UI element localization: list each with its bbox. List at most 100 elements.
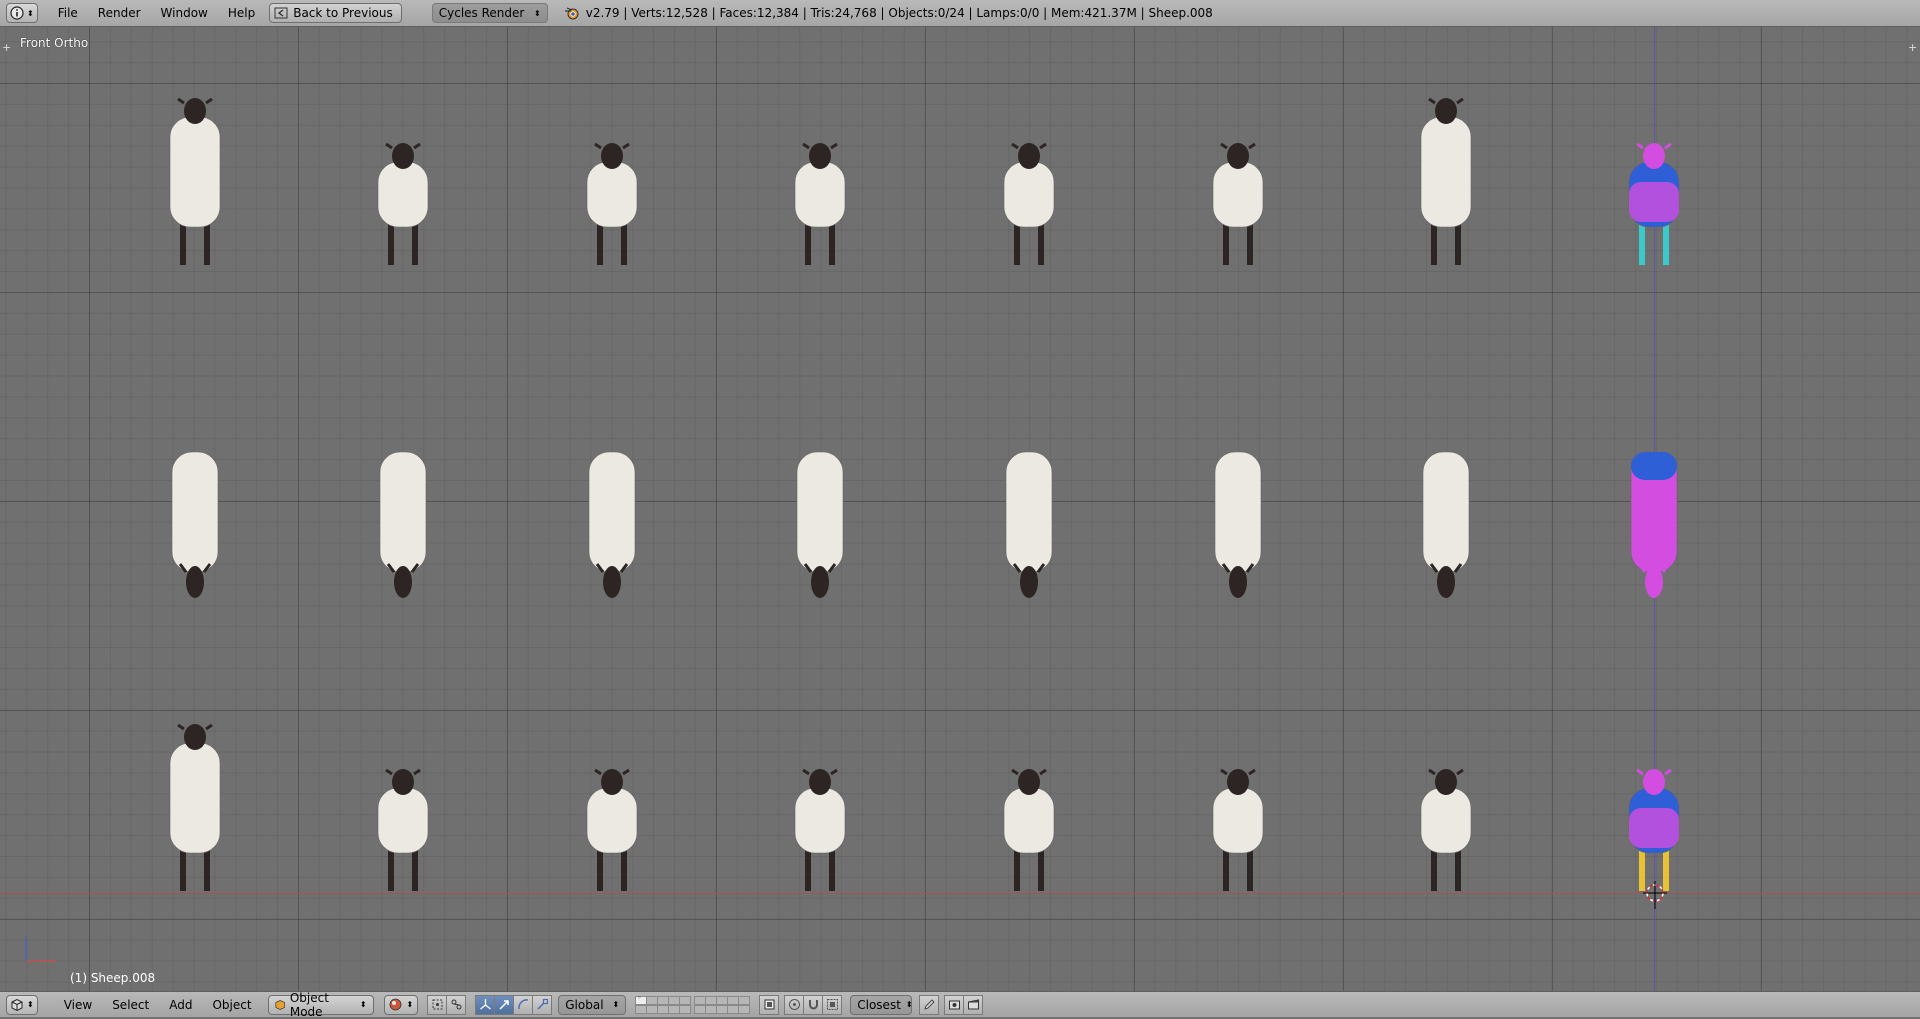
active-object-label: (1) Sheep.008 (70, 971, 156, 985)
sheep-object[interactable] (1193, 77, 1283, 267)
x-axis-line (0, 893, 1920, 894)
layer-cell[interactable] (679, 1004, 692, 1014)
layers-icon (764, 999, 775, 1010)
sheep-object[interactable] (567, 703, 657, 893)
magnet-icon (808, 1000, 818, 1010)
rotate-icon (517, 999, 528, 1010)
back-button-label: Back to Previous (293, 6, 393, 20)
scene-statistics: v2.79 | Verts:12,528 | Faces:12,384 | Tr… (564, 6, 1213, 20)
pivot-only-origins-button[interactable] (446, 994, 467, 1015)
chevron-updown-icon: ⬍ (27, 8, 34, 18)
object-mode-icon (275, 999, 285, 1010)
sheep-object[interactable] (150, 703, 240, 893)
translate-manipulator-button[interactable] (494, 994, 515, 1015)
manipulator-toggle-button[interactable] (475, 994, 496, 1015)
sheep-object[interactable] (1401, 77, 1491, 267)
render-icon (948, 1000, 960, 1010)
axis-gizmo-icon (25, 937, 56, 962)
origins-icon (451, 999, 462, 1010)
menu-select[interactable]: Select (102, 998, 159, 1012)
sheep-object[interactable] (984, 422, 1074, 612)
layer-cell[interactable] (679, 995, 692, 1005)
sheep-object[interactable] (984, 77, 1074, 267)
layer-lock-button[interactable] (759, 994, 780, 1015)
weight-painted-sheep[interactable] (1609, 422, 1699, 612)
menu-add[interactable]: Add (159, 998, 202, 1012)
orientation-value: Global (565, 997, 604, 1012)
mode-value: Object Mode (289, 990, 329, 1019)
info-header: ⬍ File Render Window Help Back to Previo… (0, 0, 1920, 27)
manipulator-icon (479, 999, 491, 1010)
render-engine-value: Cycles Render (438, 6, 525, 20)
layer-cell[interactable] (738, 995, 751, 1005)
arrow-icon (499, 1000, 509, 1010)
opengl-render-animation-button[interactable] (963, 994, 984, 1015)
snap-increment-icon (826, 999, 838, 1010)
sheep-object[interactable] (1401, 422, 1491, 612)
view-name-label: Front Ortho (20, 36, 89, 50)
proportional-editing-button[interactable] (784, 994, 805, 1015)
snap-element-button[interactable] (822, 994, 843, 1015)
chevron-updown-icon: ⬍ (27, 1000, 34, 1009)
toolshelf-toggle-icon[interactable]: + (2, 42, 12, 53)
3d-view-header: ⬍ View Select Add Object Object Mode ⬍ ⬍ (0, 991, 1920, 1019)
weight-painted-sheep[interactable] (1609, 703, 1699, 893)
layer-cell[interactable] (738, 1004, 751, 1014)
mirror-editing-button[interactable] (919, 994, 940, 1015)
opengl-render-image-button[interactable] (944, 994, 965, 1015)
editor-type-selector[interactable]: ⬍ (6, 3, 38, 23)
layer-cell[interactable]: ◦ (635, 994, 648, 1005)
transform-orientation-select[interactable]: Global ⬍ (558, 994, 627, 1015)
snap-target-select[interactable]: Closest ⬍ (850, 994, 913, 1015)
sheep-object[interactable] (1193, 703, 1283, 893)
menu-object[interactable]: Object (202, 998, 261, 1012)
chevron-updown-icon: ⬍ (359, 1000, 367, 1009)
statistics-text: v2.79 | Verts:12,528 | Faces:12,384 | Tr… (585, 6, 1213, 20)
back-to-previous-button[interactable]: Back to Previous (269, 3, 402, 23)
properties-toggle-icon[interactable]: + (1908, 42, 1918, 53)
sheep-object[interactable] (567, 77, 657, 267)
pivot-icon (432, 999, 443, 1010)
3d-viewport[interactable]: + + Front Ortho (1) Sheep.008 (0, 27, 1920, 991)
editor-type-selector-3d[interactable]: ⬍ (6, 994, 38, 1015)
menu-file[interactable]: File (48, 0, 88, 27)
3d-view-icon (11, 998, 23, 1011)
sheep-object[interactable] (567, 422, 657, 612)
sheep-object[interactable] (1193, 422, 1283, 612)
interaction-mode-select[interactable]: Object Mode ⬍ (267, 991, 374, 1019)
solid-sphere-icon (389, 998, 401, 1011)
sheep-object[interactable] (150, 422, 240, 612)
chevron-updown-icon: ⬍ (534, 8, 541, 18)
clapper-icon (967, 999, 979, 1010)
chevron-updown-icon: ⬍ (406, 1000, 414, 1009)
rotate-manipulator-button[interactable] (513, 994, 534, 1015)
scene-layers[interactable]: ◦ (635, 994, 754, 1014)
info-icon (10, 6, 24, 20)
blender-logo-icon (564, 7, 579, 20)
menu-view[interactable]: View (54, 998, 102, 1012)
sheep-object[interactable] (358, 77, 448, 267)
sheep-object[interactable] (1401, 703, 1491, 893)
scale-manipulator-button[interactable] (532, 994, 553, 1015)
sheep-object[interactable] (775, 422, 865, 612)
sheep-object[interactable] (984, 703, 1074, 893)
sheep-object[interactable] (775, 703, 865, 893)
render-engine-select[interactable]: Cycles Render ⬍ (431, 3, 548, 23)
pivot-point-button[interactable] (427, 994, 448, 1015)
sheep-object[interactable] (775, 77, 865, 267)
menu-window[interactable]: Window (151, 0, 218, 27)
sheep-object[interactable] (358, 422, 448, 612)
chevron-updown-icon: ⬍ (612, 1000, 620, 1009)
proportional-edit-icon (788, 999, 800, 1010)
menu-help[interactable]: Help (218, 0, 265, 27)
pencil-icon (924, 999, 935, 1010)
snap-toggle-button[interactable] (803, 994, 824, 1015)
menu-render[interactable]: Render (88, 0, 151, 27)
chevron-updown-icon: ⬍ (905, 1000, 913, 1009)
viewport-shading-select[interactable]: ⬍ (383, 994, 419, 1015)
back-arrow-icon (274, 7, 288, 19)
scale-icon (537, 998, 548, 1010)
weight-painted-sheep[interactable] (1609, 77, 1699, 267)
sheep-object[interactable] (358, 703, 448, 893)
sheep-object[interactable] (150, 77, 240, 267)
